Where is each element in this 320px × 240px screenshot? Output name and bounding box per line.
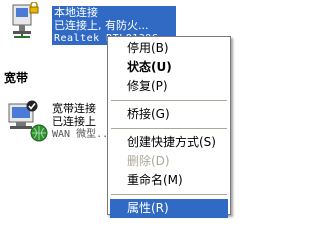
firewall-lock-icon [28, 1, 40, 14]
section-title-broadband: 宽带 [4, 71, 29, 85]
menu-item-status[interactable]: 状态(U) [110, 58, 228, 77]
connected-check-icon [26, 100, 38, 112]
broadband-details: 宽带连接 已连接上 WAN 微型... [52, 102, 114, 141]
broadband-status: 已连接上 [52, 115, 96, 128]
menu-item-delete: 删除(D) [127, 154, 170, 168]
connection-status: 已连接上, 有防火... [54, 19, 149, 32]
broadband-name: 宽带连接 [52, 102, 96, 115]
menu-item-bridge[interactable]: 桥接(G) [110, 105, 228, 124]
menu-separator [111, 194, 227, 195]
broadband-device: WAN 微型... [52, 129, 115, 140]
menu-separator [111, 128, 227, 129]
menu-item-create-shortcut[interactable]: 创建快捷方式(S) [110, 133, 228, 152]
connection-name: 本地连接 [54, 6, 98, 19]
menu-item-rename[interactable]: 重命名(M) [110, 171, 228, 190]
menu-item-disable[interactable]: 停用(B) [110, 39, 228, 58]
context-menu: 停用(B) 状态(U) 修复(P) 桥接(G) 创建快捷方式(S) 删除(D) 重命名(M)… [107, 36, 231, 218]
menu-item-properties[interactable]: 属性(R) [110, 199, 228, 218]
menu-separator [111, 100, 227, 101]
menu-item-repair[interactable]: 修复(P) [110, 77, 228, 96]
